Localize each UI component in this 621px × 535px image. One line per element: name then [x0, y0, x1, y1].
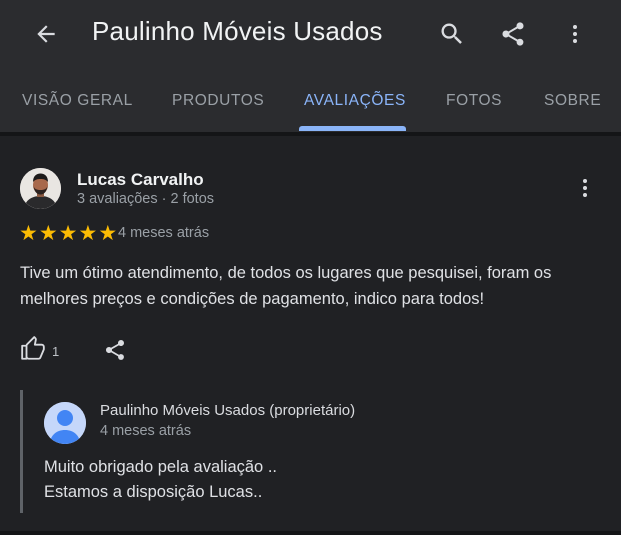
avatar[interactable] — [20, 168, 61, 209]
star-icon: ★ — [19, 221, 38, 245]
share-icon — [105, 340, 125, 360]
share-button[interactable] — [495, 16, 531, 52]
owner-reply-line: Muito obrigado pela avaliação .. — [44, 458, 277, 476]
tab-products[interactable]: PRODUTOS — [172, 92, 264, 110]
review-card: Lucas Carvalho 3 avaliações · 2 fotos ★ … — [0, 136, 621, 535]
star-icon: ★ — [38, 221, 58, 245]
app-bar: Paulinho Móveis Usados — [0, 0, 621, 68]
star-icon: ★ — [78, 221, 98, 245]
share-review-button[interactable] — [101, 336, 129, 364]
back-button[interactable] — [30, 18, 62, 50]
active-tab-indicator — [299, 126, 406, 131]
tab-about[interactable]: SOBRE — [544, 92, 601, 110]
review-date: 4 meses atrás — [118, 225, 210, 241]
search-icon — [441, 23, 462, 44]
tab-photos[interactable]: FOTOS — [446, 92, 502, 110]
owner-name: Paulinho Móveis Usados (proprietário) — [100, 402, 356, 419]
page-title: Paulinho Móveis Usados — [92, 16, 383, 46]
review-more-button[interactable] — [573, 174, 597, 202]
star-icon: ★ — [58, 221, 78, 245]
more-options-button[interactable] — [557, 16, 593, 52]
author-meta: 3 avaliações · 2 fotos — [77, 191, 215, 207]
review-text: Tive um ótimo atendimento, de todos os l… — [20, 264, 552, 308]
thumb-up-icon — [21, 336, 45, 360]
star-icon: ★ — [98, 221, 118, 245]
user-photo-icon — [20, 168, 61, 209]
more-vert-icon — [573, 25, 577, 43]
search-button[interactable] — [434, 16, 470, 52]
owner-reply-date: 4 meses atrás — [100, 423, 192, 439]
owner-reply-text: Muito obrigado pela avaliação .. Estamos… — [44, 455, 584, 505]
owner-reply: Paulinho Móveis Usados (proprietário) 4 … — [20, 390, 600, 513]
like-button[interactable] — [18, 334, 48, 364]
divider — [0, 531, 621, 535]
tab-bar: VISÃO GERAL PRODUTOS AVALIAÇÕES FOTOS SO… — [0, 68, 621, 132]
back-arrow-icon — [37, 25, 55, 43]
more-vert-icon — [583, 179, 587, 197]
avatar — [44, 402, 86, 444]
owner-reply-line: Estamos a disposição Lucas.. — [44, 483, 263, 501]
share-icon — [502, 22, 524, 46]
person-icon — [44, 402, 86, 444]
tab-reviews[interactable]: AVALIAÇÕES — [304, 92, 406, 110]
tab-overview[interactable]: VISÃO GERAL — [22, 92, 133, 110]
star-rating: ★ ★ ★ ★ ★ — [19, 223, 117, 244]
like-count: 1 — [52, 344, 60, 359]
review-author[interactable]: Lucas Carvalho — [77, 170, 204, 190]
